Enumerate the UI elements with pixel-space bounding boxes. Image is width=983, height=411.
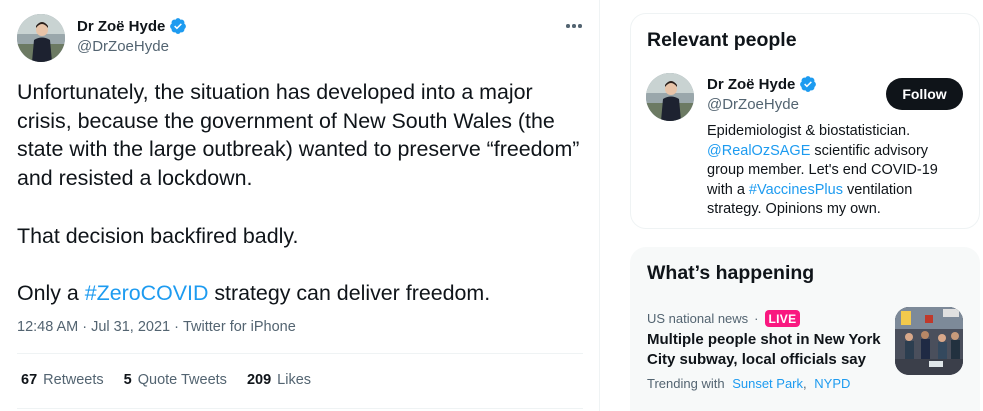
trend-topic-link[interactable]: NYPD (814, 376, 850, 391)
tweet-detail: Dr Zoë Hyde @DrZoeHyde Unfortunately, th… (0, 0, 600, 411)
divider (17, 408, 583, 409)
text-segment: strategy can deliver freedom. (208, 280, 491, 305)
person-name[interactable]: Dr Zoë Hyde (707, 76, 795, 93)
likes-label: Likes (277, 372, 312, 388)
author-avatar[interactable] (17, 14, 65, 62)
quotes-label: Quote Tweets (137, 372, 227, 388)
whats-happening-title: What’s happening (647, 262, 815, 284)
follow-button[interactable]: Follow (886, 78, 963, 110)
tweet-time[interactable]: 12:48 AM (17, 319, 78, 335)
live-badge: LIVE (764, 310, 801, 327)
trending-with: Trending with Sunset Park, NYPD (647, 376, 850, 391)
tweet-date[interactable]: Jul 31, 2021 (91, 319, 170, 335)
tweet-paragraph: Only a #ZeroCOVID strategy can deliver f… (17, 279, 587, 308)
person-avatar[interactable] (646, 73, 694, 121)
mention-link[interactable]: @RealOzSAGE (707, 143, 810, 159)
verified-badge-icon (799, 75, 817, 93)
quotes-count: 5 (123, 372, 132, 388)
retweets-stat[interactable]: 67 Retweets (21, 372, 104, 388)
person-bio: Epidemiologist & biostatistician. @RealO… (707, 122, 957, 220)
trend-headline[interactable]: Multiple people shot in New York City su… (647, 330, 887, 370)
trend-meta: US national news · LIVE (647, 310, 801, 327)
relevant-people-title: Relevant people (647, 29, 797, 51)
tweet-text: Unfortunately, the situation has develop… (17, 78, 587, 308)
trend-thumbnail[interactable] (895, 307, 963, 375)
text-segment: Only a (17, 280, 85, 305)
retweets-label: Retweets (43, 372, 104, 388)
trend-category: US national news (647, 311, 749, 326)
verified-badge-icon (169, 17, 187, 35)
quote-tweets-stat[interactable]: 5 Quote Tweets (124, 372, 227, 388)
tweet-paragraph: That decision backfired badly. (17, 223, 299, 248)
person-handle[interactable]: @DrZoeHyde (707, 96, 799, 113)
topic-separator: , (803, 376, 807, 391)
tweet-paragraph: Unfortunately, the situation has develop… (17, 80, 580, 191)
tweet-source[interactable]: Twitter for iPhone (183, 319, 296, 335)
tweet-meta: 12:48 AM · Jul 31, 2021 · Twitter for iPhone (17, 319, 296, 335)
meta-separator: · (174, 319, 179, 335)
likes-count: 209 (246, 372, 272, 388)
trend-topic-link[interactable]: Sunset Park (732, 376, 803, 391)
tweet-stats: 67 Retweets 5 Quote Tweets 209 Likes (21, 372, 311, 388)
hashtag-link[interactable]: #ZeroCOVID (85, 281, 209, 305)
meta-separator: · (82, 319, 88, 335)
author-handle[interactable]: @DrZoeHyde (77, 38, 169, 55)
author-name[interactable]: Dr Zoë Hyde (77, 18, 165, 35)
trending-with-label: Trending with (647, 376, 725, 391)
likes-stat[interactable]: 209 Likes (247, 372, 311, 388)
meta-separator: · (754, 311, 759, 326)
more-options-icon[interactable] (562, 14, 586, 38)
author-name-row[interactable]: Dr Zoë Hyde (77, 17, 187, 35)
divider (17, 353, 583, 354)
hashtag-link[interactable]: #VaccinesPlus (749, 182, 843, 198)
bio-text: Epidemiologist & biostatistician. (707, 123, 911, 139)
person-name-row[interactable]: Dr Zoë Hyde (707, 75, 817, 93)
retweets-count: 67 (21, 372, 38, 388)
